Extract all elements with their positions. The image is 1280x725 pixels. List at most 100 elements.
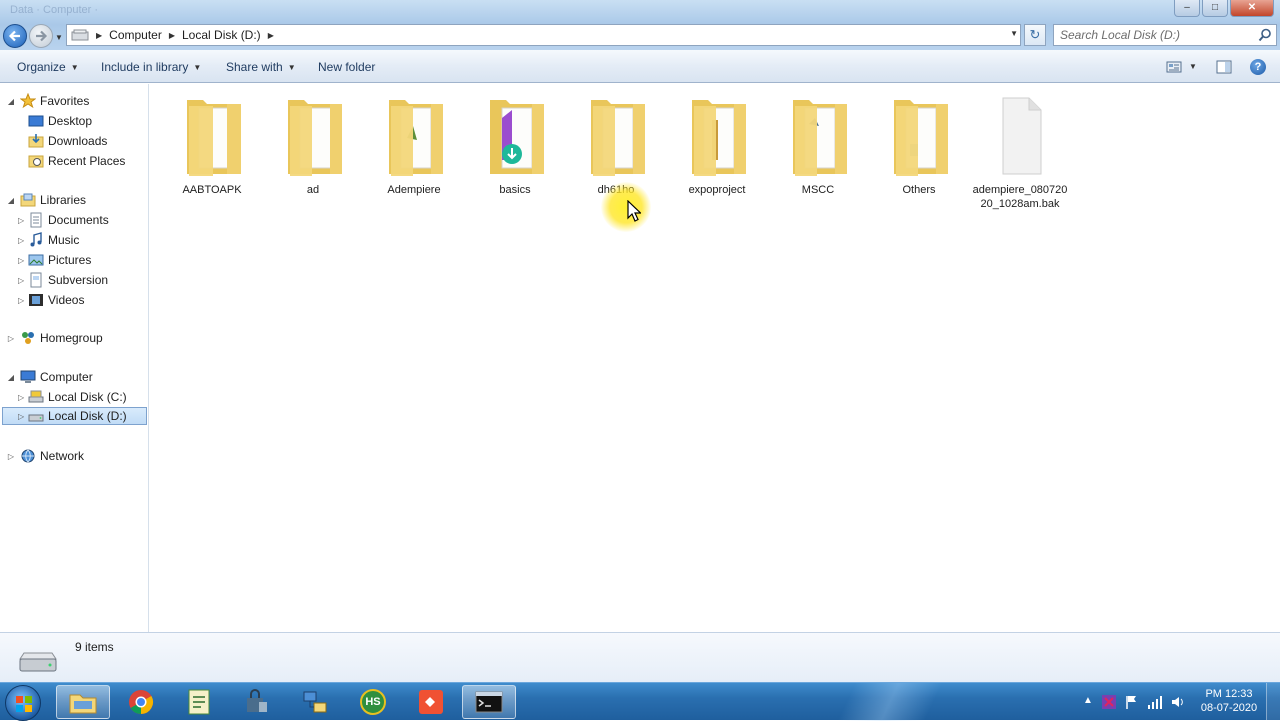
breadcrumb-separator[interactable]: ▶ (169, 31, 175, 40)
file-icon (1002, 97, 1042, 175)
git-icon (419, 690, 443, 714)
refresh-button[interactable]: ↻ (1024, 24, 1046, 46)
new-folder-button[interactable]: New folder (318, 60, 375, 74)
nav-recent-places[interactable]: Recent Places (28, 152, 125, 170)
signal-strength-icon[interactable] (1147, 694, 1163, 710)
close-button[interactable]: ✕ (1230, 0, 1274, 17)
search-icon[interactable] (1258, 28, 1272, 42)
share-with-button[interactable]: Share with ▼ (226, 60, 296, 74)
folder-icon (894, 100, 948, 176)
nav-local-disk-d[interactable]: ▷ Local Disk (D:) (2, 407, 147, 425)
breadcrumb-separator[interactable]: ▶ (268, 31, 274, 40)
preview-pane-icon[interactable] (1216, 59, 1232, 75)
taskbar-chrome[interactable] (114, 685, 168, 719)
nav-homegroup[interactable]: ▷ Homegroup (6, 329, 103, 347)
nav-local-disk-c[interactable]: ▷ Local Disk (C:) (18, 388, 127, 406)
expand-arrow-icon[interactable]: ▷ (18, 256, 24, 265)
taskbar-explorer[interactable] (56, 685, 110, 719)
hs-app-label: HS (365, 696, 381, 708)
tray-app-icon[interactable] (1101, 694, 1117, 710)
expand-arrow-icon[interactable]: ▷ (6, 334, 16, 343)
folder-item[interactable]: expoproject (667, 90, 767, 197)
new-folder-label: New folder (318, 60, 376, 74)
include-in-library-button[interactable]: Include in library ▼ (101, 60, 201, 74)
item-label: MSCC (801, 184, 835, 196)
nav-documents[interactable]: ▷ Documents (18, 211, 109, 229)
taskbar-network-app[interactable] (288, 685, 342, 719)
minimize-button[interactable]: – (1174, 0, 1200, 17)
nav-recent-places-label: Recent Places (48, 154, 126, 168)
share-with-label: Share with (226, 60, 283, 74)
folder-item[interactable]: Adempiere (364, 90, 464, 197)
nav-network[interactable]: ▷ Network (6, 447, 84, 465)
search-input[interactable] (1060, 28, 1250, 42)
view-dropdown[interactable]: ▼ (1189, 62, 1197, 71)
taskbar-security-app[interactable] (230, 685, 284, 719)
expand-arrow-icon[interactable]: ▷ (18, 412, 24, 421)
arrow-right-icon (36, 30, 48, 42)
taskbar-git-app[interactable] (404, 685, 458, 719)
taskbar-cmd[interactable] (462, 685, 516, 719)
maximize-button[interactable]: □ (1202, 0, 1228, 17)
folder-item[interactable]: basics (465, 90, 565, 197)
file-list: AABTOAPK ad Adempiere basics expoproject… (150, 84, 1280, 632)
address-bar[interactable]: ▶ Computer ▶ Local Disk (D:) ▶ ▼ (66, 24, 1021, 46)
forward-button[interactable] (29, 24, 53, 48)
expand-arrow-icon[interactable]: ◢ (6, 373, 16, 382)
nav-music[interactable]: ▷ Music (18, 231, 79, 249)
folder-item[interactable]: dh61ho (566, 90, 666, 197)
address-dropdown[interactable]: ▼ (1010, 29, 1018, 38)
nav-pictures[interactable]: ▷ Pictures (18, 251, 91, 269)
folder-icon (490, 100, 544, 174)
windows-logo-icon (16, 696, 32, 712)
nav-favorites[interactable]: ◢ Favorites (6, 92, 89, 110)
chrome-icon (129, 690, 154, 714)
nav-computer[interactable]: ◢ Computer (6, 368, 93, 386)
system-drive-icon (28, 390, 44, 403)
recent-pages-dropdown[interactable]: ▼ (55, 33, 63, 42)
folder-item[interactable]: AABTOAPK (162, 90, 262, 197)
volume-icon[interactable] (1170, 694, 1186, 710)
breadcrumb-separator[interactable]: ▶ (96, 31, 102, 40)
nav-subversion[interactable]: ▷ Subversion (18, 271, 108, 289)
chevron-down-icon: ▼ (287, 62, 296, 72)
chevron-down-icon: ▼ (193, 62, 202, 72)
expand-arrow-icon[interactable]: ◢ (6, 196, 16, 205)
computer-icon (71, 29, 89, 41)
title-bar: Data · Computer · – □ ✕ ▼ ▶ Computer ▶ L… (0, 0, 1280, 50)
breadcrumb-computer[interactable]: Computer (109, 28, 162, 42)
organize-button[interactable]: Organize ▼ (17, 60, 79, 74)
expand-arrow-icon[interactable]: ▷ (18, 296, 24, 305)
expand-arrow-icon[interactable]: ▷ (18, 276, 24, 285)
expand-arrow-icon[interactable]: ▷ (18, 236, 24, 245)
nav-music-label: Music (48, 233, 80, 247)
change-view-icon[interactable] (1166, 60, 1182, 74)
folder-icon (187, 100, 241, 176)
help-icon[interactable]: ? (1250, 59, 1266, 75)
folder-item[interactable]: ad (263, 90, 363, 197)
nav-videos[interactable]: ▷ Videos (18, 291, 84, 309)
back-button[interactable] (3, 24, 27, 48)
nav-libraries[interactable]: ◢ Libraries (6, 191, 86, 209)
nav-downloads[interactable]: Downloads (28, 132, 107, 150)
search-box[interactable] (1053, 24, 1277, 46)
expand-arrow-icon[interactable]: ▷ (18, 393, 24, 402)
action-center-flag-icon[interactable] (1124, 694, 1140, 710)
show-desktop-button[interactable] (1266, 683, 1280, 721)
subversion-library-icon (30, 272, 42, 288)
expand-arrow-icon[interactable]: ▷ (6, 452, 16, 461)
folder-item[interactable]: Others (869, 90, 969, 197)
expand-arrow-icon[interactable]: ◢ (6, 97, 16, 106)
taskbar-notepad[interactable] (172, 685, 226, 719)
breadcrumb-local-disk-d[interactable]: Local Disk (D:) (182, 28, 261, 42)
show-hidden-icons-icon[interactable]: ▲ (1083, 695, 1093, 706)
system-clock[interactable]: PM 12:33 08-07-2020 (1198, 687, 1260, 715)
folder-item[interactable]: MSCC (768, 90, 868, 197)
star-icon (20, 93, 36, 109)
start-button[interactable] (5, 685, 41, 721)
taskbar-hs-app[interactable]: HS (346, 685, 400, 719)
file-item[interactable]: adempiere_08072020_1028am.bak (970, 90, 1070, 211)
expand-arrow-icon[interactable]: ▷ (18, 216, 24, 225)
taskbar: HS ▲ PM 12:33 08-07-2020 (0, 682, 1280, 721)
nav-desktop[interactable]: Desktop (28, 112, 92, 130)
